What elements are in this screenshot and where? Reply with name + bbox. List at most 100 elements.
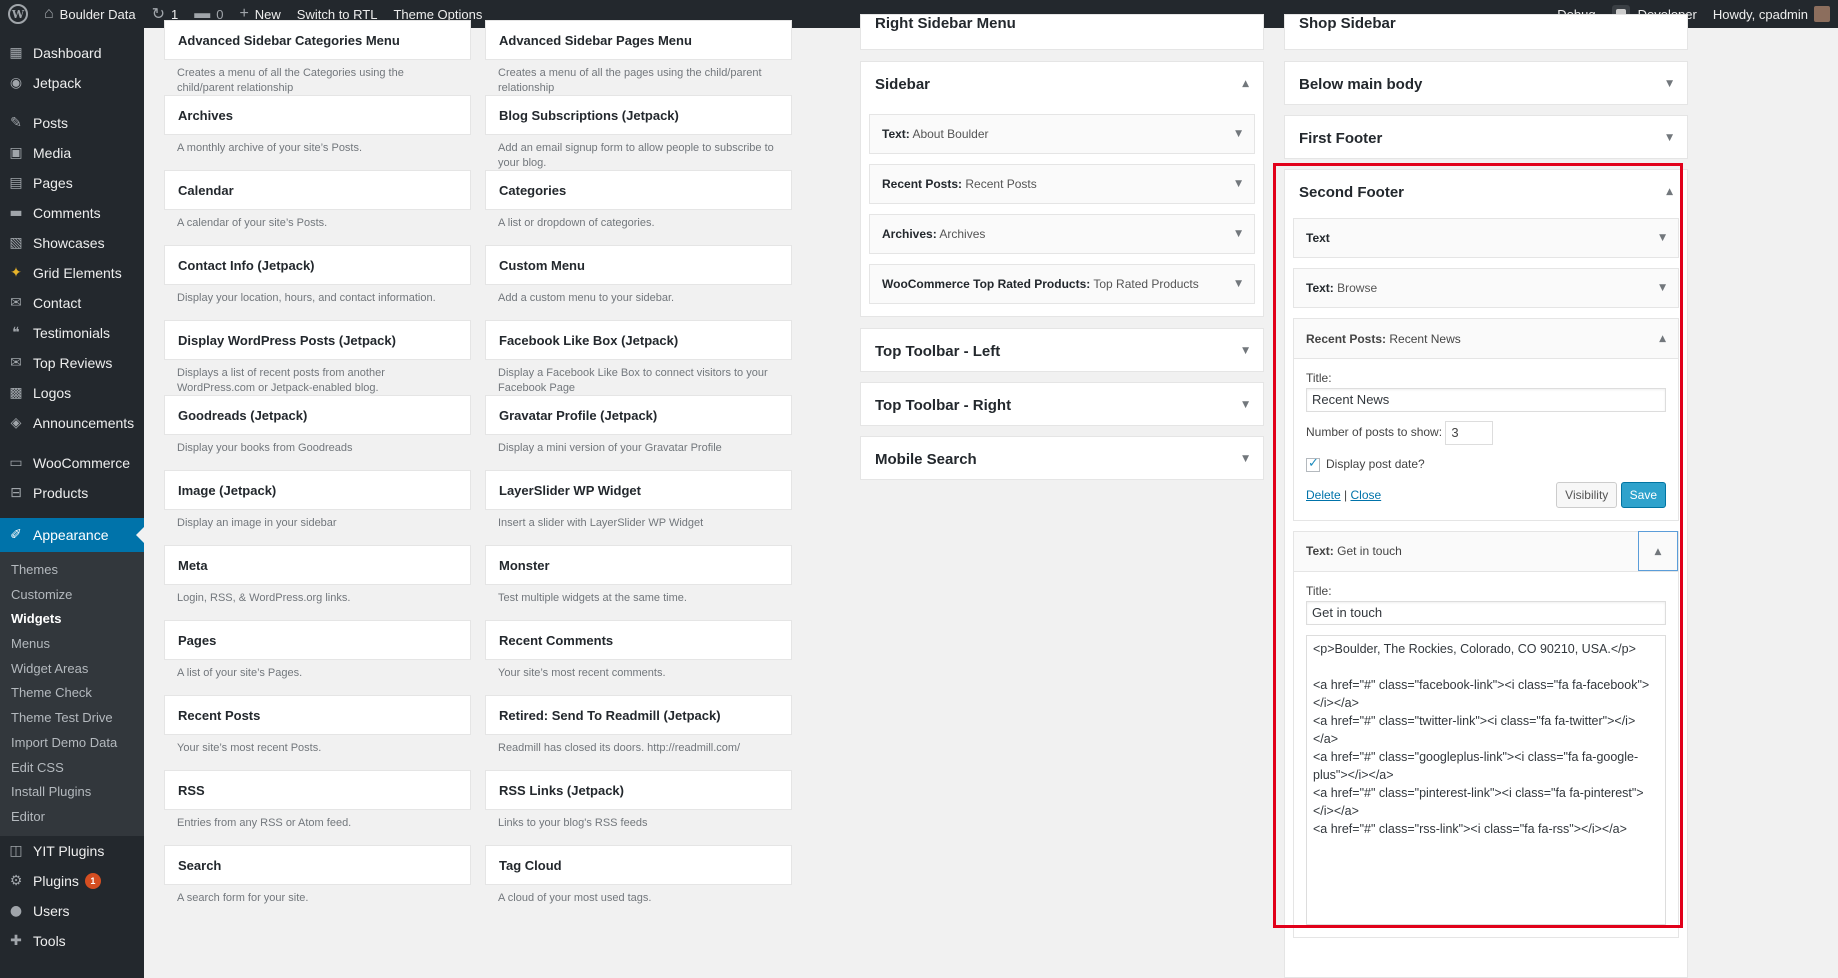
widget-item[interactable]: Archives A monthly archive of your site’s… [164,95,471,170]
widget-title[interactable]: Gravatar Profile (Jetpack) [485,395,792,435]
menu-item-tools[interactable]: ✚ Tools [0,926,144,956]
sidebar-widget[interactable]: Recent Posts: Recent Posts ▼ [869,164,1255,204]
close-link[interactable]: Close [1350,488,1381,502]
widget-item[interactable]: Display WordPress Posts (Jetpack) Display… [164,320,471,395]
widget-title[interactable]: RSS [164,770,471,810]
num-posts-input[interactable]: 3 [1445,421,1494,445]
sidebar-shop[interactable]: Shop Sidebar [1284,14,1688,50]
widget-title[interactable]: Display WordPress Posts (Jetpack) [164,320,471,360]
expand-arrow-icon[interactable]: ▼ [1235,129,1242,139]
menu-item-posts[interactable]: ✎ Posts [0,108,144,138]
widget-title[interactable]: Retired: Send To Readmill (Jetpack) [485,695,792,735]
menu-item-woocommerce[interactable]: ▭ WooCommerce [0,448,144,478]
widget-title[interactable]: LayerSlider WP Widget [485,470,792,510]
widget-item[interactable]: Recent Posts Your site’s most recent Post… [164,695,471,770]
widget-item[interactable]: Advanced Sidebar Pages Menu Creates a men… [485,20,792,95]
submenu-themes[interactable]: Themes [0,558,144,583]
menu-item-pages[interactable]: ▤ Pages [0,168,144,198]
sidebar-first-footer[interactable]: First Footer ▼ [1284,115,1688,159]
collapse-arrow-icon[interactable]: ▲ [1666,187,1673,197]
widget-title[interactable]: Pages [164,620,471,660]
widget-header[interactable]: Text: Get in touch ▲ [1294,531,1678,572]
submenu-edit-css[interactable]: Edit CSS [0,756,144,781]
submenu-widgets[interactable]: Widgets [0,607,144,632]
expand-arrow-icon[interactable]: ▼ [1235,279,1242,289]
menu-item-announcements[interactable]: ◈ Announcements [0,408,144,438]
widget-item[interactable]: Calendar A calendar of your site’s Posts. [164,170,471,245]
widget-title[interactable]: Monster [485,545,792,585]
expand-arrow-icon[interactable]: ▼ [1666,79,1673,89]
widget-item[interactable]: Search A search form for your site. [164,845,471,920]
widget-title[interactable]: Categories [485,170,792,210]
collapse-arrow-icon[interactable]: ▲ [1659,334,1666,344]
collapse-arrow-icon[interactable]: ▲ [1638,531,1678,572]
sidebar-below-main-body[interactable]: Below main body ▼ [1284,61,1688,105]
widget-header[interactable]: Recent Posts: Recent News ▲ [1294,319,1678,359]
menu-item-contact[interactable]: ✉ Contact [0,288,144,318]
submenu-theme-check[interactable]: Theme Check [0,681,144,706]
widget-item[interactable]: Image (Jetpack) Display an image in your … [164,470,471,545]
widget-item[interactable]: RSS Entries from any RSS or Atom feed. [164,770,471,845]
visibility-button[interactable]: Visibility [1556,481,1618,508]
submenu-import-demo-data[interactable]: Import Demo Data [0,731,144,756]
widget-title[interactable]: Calendar [164,170,471,210]
submenu-theme-test-drive[interactable]: Theme Test Drive [0,706,144,731]
sidebar-header[interactable]: Sidebar ▲ [861,62,1263,106]
widget-item[interactable]: Advanced Sidebar Categories Menu Creates … [164,20,471,95]
widget-item[interactable]: Gravatar Profile (Jetpack) Display a mini… [485,395,792,470]
widget-item[interactable]: Custom Menu Add a custom menu to your sid… [485,245,792,320]
widget-title[interactable]: RSS Links (Jetpack) [485,770,792,810]
collapse-arrow-icon[interactable]: ▲ [1242,79,1249,89]
widget-title[interactable]: Recent Posts [164,695,471,735]
widget-item[interactable]: Categories A list or dropdown of categori… [485,170,792,245]
sidebar-widget[interactable]: Text: About Boulder ▼ [869,114,1255,154]
widget-title[interactable]: Advanced Sidebar Categories Menu [164,20,471,60]
menu-item-products[interactable]: ⊟ Products [0,478,144,508]
sidebar-widget[interactable]: WooCommerce Top Rated Products: Top Rate… [869,264,1255,304]
sidebar-top-toolbar-left[interactable]: Top Toolbar - Left ▼ [860,328,1264,372]
footer-widget-text-browse[interactable]: Text: Browse ▼ [1293,268,1679,308]
widget-item[interactable]: Recent Comments Your site’s most recent c… [485,620,792,695]
menu-item-users[interactable]: ● Users [0,896,144,926]
footer-widget-text[interactable]: Text ▼ [1293,218,1679,258]
menu-item-logos[interactable]: ▩ Logos [0,378,144,408]
expand-arrow-icon[interactable]: ▼ [1659,233,1666,243]
wp-logo-menu[interactable]: W [0,0,36,28]
widget-title[interactable]: Facebook Like Box (Jetpack) [485,320,792,360]
widget-title[interactable]: Custom Menu [485,245,792,285]
menu-item-plugins[interactable]: ⚙ Plugins 1 [0,866,144,896]
widget-item[interactable]: Monster Test multiple widgets at the same… [485,545,792,620]
menu-item-dashboard[interactable]: ▦ Dashboard [0,38,144,68]
widget-title[interactable]: Meta [164,545,471,585]
expand-arrow-icon[interactable]: ▼ [1235,179,1242,189]
expand-arrow-icon[interactable]: ▼ [1242,400,1249,410]
widget-title[interactable]: Archives [164,95,471,135]
expand-arrow-icon[interactable]: ▼ [1242,454,1249,464]
expand-arrow-icon[interactable]: ▼ [1235,229,1242,239]
site-name-link[interactable]: ⌂ Boulder Data [36,0,144,28]
widget-item[interactable]: LayerSlider WP Widget Insert a slider wit… [485,470,792,545]
widget-title[interactable]: Goodreads (Jetpack) [164,395,471,435]
widget-title[interactable]: Tag Cloud [485,845,792,885]
submenu-widget-areas[interactable]: Widget Areas [0,657,144,682]
widget-title[interactable]: Image (Jetpack) [164,470,471,510]
expand-arrow-icon[interactable]: ▼ [1659,283,1666,293]
content-textarea[interactable]: <p>Boulder, The Rockies, Colorado, CO 90… [1306,634,1666,925]
menu-item-comments[interactable]: ▬ Comments [0,198,144,228]
sidebar-mobile-search[interactable]: Mobile Search ▼ [860,436,1264,480]
menu-item-appearance[interactable]: ✐ Appearance [0,518,144,552]
menu-item-media[interactable]: ▣ Media [0,138,144,168]
widget-item[interactable]: Tag Cloud A cloud of your most used tags. [485,845,792,920]
title-input[interactable]: Get in touch [1306,600,1666,625]
sidebar-top-toolbar-right[interactable]: Top Toolbar - Right ▼ [860,382,1264,426]
menu-item-testimonials[interactable]: ❝ Testimonials [0,318,144,348]
widget-title[interactable]: Advanced Sidebar Pages Menu [485,20,792,60]
sidebar-right-sidebar-menu[interactable]: Right Sidebar Menu [860,14,1264,50]
expand-arrow-icon[interactable]: ▼ [1242,346,1249,356]
widget-item[interactable]: Facebook Like Box (Jetpack) Display a Fac… [485,320,792,395]
menu-item-yit-plugins[interactable]: ◫ YIT Plugins [0,836,144,866]
widget-item[interactable]: Contact Info (Jetpack) Display your locat… [164,245,471,320]
my-account-link[interactable]: Howdy, cpadmin [1705,0,1838,28]
widget-title[interactable]: Recent Comments [485,620,792,660]
widget-item[interactable]: Meta Login, RSS, & WordPress.org links. [164,545,471,620]
